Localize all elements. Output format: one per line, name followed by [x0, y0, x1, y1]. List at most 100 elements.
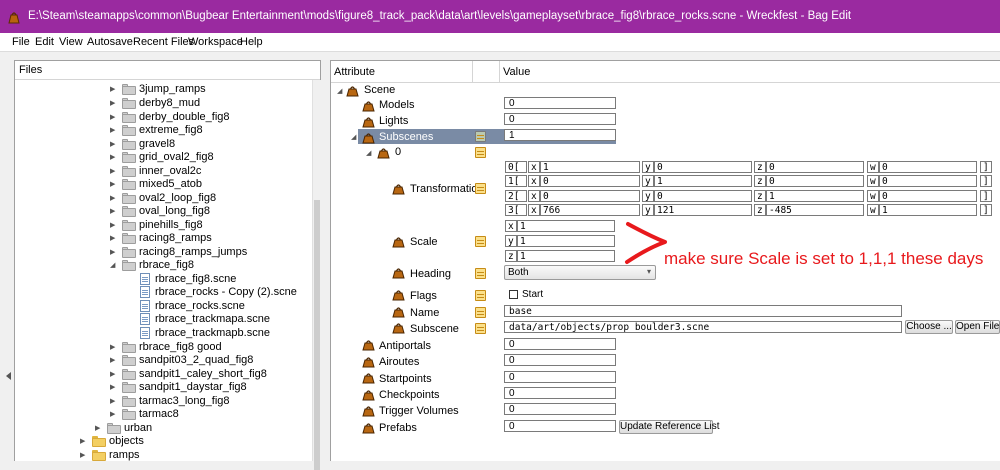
attr-label-startpoints[interactable]: Startpoints	[379, 373, 432, 385]
open-file-button[interactable]: Open File	[955, 320, 1000, 334]
menu-file[interactable]: File	[12, 36, 30, 48]
subscenes-value-input[interactable]: 1	[504, 129, 616, 141]
menu-help[interactable]: Help	[240, 36, 263, 48]
menu-recent-files[interactable]: Recent Files	[133, 36, 194, 48]
matrix-cell[interactable]: 0	[766, 161, 864, 173]
expand-arrow-icon[interactable]: ▶	[80, 451, 85, 459]
scale-y-input[interactable]: 1	[517, 235, 615, 247]
expand-arrow-icon[interactable]: ▶	[95, 424, 100, 432]
lock-icon[interactable]	[475, 183, 486, 194]
matrix-cell[interactable]: 0	[654, 190, 752, 202]
expand-arrow-icon[interactable]: ▶	[110, 113, 115, 121]
expand-arrow-icon[interactable]: ▶	[110, 221, 115, 229]
expand-arrow-icon[interactable]: ▶	[110, 234, 115, 242]
expand-arrow-icon[interactable]: ▶	[110, 167, 115, 175]
attr-label-scene[interactable]: Scene	[364, 84, 395, 96]
attr-label-heading[interactable]: Heading	[410, 268, 451, 280]
tree-item-label: derby8_mud	[139, 97, 201, 109]
lock-icon[interactable]	[475, 323, 486, 334]
matrix-cell[interactable]: 0	[879, 161, 977, 173]
menu-workspace[interactable]: Workspace	[188, 36, 243, 48]
attr-label-prefabs[interactable]: Prefabs	[379, 422, 417, 434]
collapse-arrow-icon[interactable]: ◢	[110, 261, 115, 269]
lock-icon[interactable]	[475, 131, 486, 142]
attr-label-name[interactable]: Name	[410, 307, 439, 319]
start-checkbox[interactable]	[509, 290, 518, 299]
menu-view[interactable]: View	[59, 36, 83, 48]
lights-value-input[interactable]: 0	[504, 113, 616, 125]
attr-label-flags[interactable]: Flags	[410, 290, 437, 302]
update-reference-list-button[interactable]: Update Reference List	[619, 420, 720, 434]
expand-arrow-icon[interactable]: ▶	[110, 248, 115, 256]
matrix-cell[interactable]: 0	[540, 190, 640, 202]
collapse-arrow-icon[interactable]: ◢	[337, 87, 342, 95]
models-value-input[interactable]: 0	[504, 97, 616, 109]
collapse-arrow-icon[interactable]: ◢	[366, 149, 371, 157]
matrix-cell[interactable]: 0	[654, 161, 752, 173]
attr-label-transformation[interactable]: Transformation	[410, 183, 484, 195]
file-icon	[140, 286, 150, 298]
matrix-cell[interactable]: 0	[879, 175, 977, 187]
scale-z-input[interactable]: 1	[517, 250, 615, 262]
matrix-cell[interactable]: 766	[540, 204, 640, 216]
expand-arrow-icon[interactable]: ▶	[110, 207, 115, 215]
subscene-path-input[interactable]: data/art/objects/prop_boulder3.scne	[504, 321, 902, 333]
expand-arrow-icon[interactable]: ▶	[110, 99, 115, 107]
attr-label-lights[interactable]: Lights	[379, 115, 408, 127]
expand-arrow-icon[interactable]: ▶	[110, 153, 115, 161]
scale-x-input[interactable]: 1	[517, 220, 615, 232]
expand-arrow-icon[interactable]: ▶	[110, 140, 115, 148]
checkpoints-value-input[interactable]: 0	[504, 387, 616, 399]
attr-label-scale[interactable]: Scale	[410, 236, 438, 248]
attr-label-airoutes[interactable]: Airoutes	[379, 356, 419, 368]
splitter-arrow-icon[interactable]	[6, 372, 11, 380]
prefabs-value-input[interactable]: 0	[504, 420, 616, 432]
expand-arrow-icon[interactable]: ▶	[110, 126, 115, 134]
airoutes-value-input[interactable]: 0	[504, 354, 616, 366]
attr-label-trigger-volumes[interactable]: Trigger Volumes	[379, 405, 459, 417]
matrix-cell[interactable]: 121	[654, 204, 752, 216]
collapse-arrow-icon[interactable]: ◢	[351, 133, 356, 141]
expand-arrow-icon[interactable]: ▶	[110, 397, 115, 405]
matrix-cell[interactable]: 0	[766, 175, 864, 187]
startpoints-value-input[interactable]: 0	[504, 371, 616, 383]
expand-arrow-icon[interactable]: ▶	[110, 383, 115, 391]
expand-arrow-icon[interactable]: ▶	[110, 194, 115, 202]
choose-button[interactable]: Choose ...	[905, 320, 953, 334]
menu-edit[interactable]: Edit	[35, 36, 54, 48]
start-checkbox-label: Start	[522, 289, 544, 300]
trigger-volumes-value-input[interactable]: 0	[504, 403, 616, 415]
attr-label-models[interactable]: Models	[379, 99, 414, 111]
matrix-cell[interactable]: -485	[766, 204, 864, 216]
lock-icon[interactable]	[475, 307, 486, 318]
expand-arrow-icon[interactable]: ▶	[80, 437, 85, 445]
menu-autosave[interactable]: Autosave	[87, 36, 133, 48]
lock-icon[interactable]	[475, 290, 486, 301]
expand-arrow-icon[interactable]: ▶	[110, 356, 115, 364]
files-scrollbar[interactable]	[312, 80, 321, 470]
name-value-input[interactable]: base	[504, 305, 902, 317]
col-attribute-label[interactable]: Attribute	[334, 66, 375, 78]
matrix-cell[interactable]: 1	[540, 161, 640, 173]
matrix-cell[interactable]: 0	[540, 175, 640, 187]
antiportals-value-input[interactable]: 0	[504, 338, 616, 350]
files-scrollbar-thumb[interactable]	[314, 200, 320, 470]
expand-arrow-icon[interactable]: ▶	[110, 410, 115, 418]
matrix-cell[interactable]: 1	[766, 190, 864, 202]
attr-label-subscenes[interactable]: Subscenes	[379, 131, 433, 143]
expand-arrow-icon[interactable]: ▶	[110, 343, 115, 351]
attr-label-subscene-0[interactable]: 0	[395, 146, 401, 158]
matrix-cell[interactable]: 1	[654, 175, 752, 187]
lock-icon[interactable]	[475, 236, 486, 247]
col-value-label[interactable]: Value	[503, 66, 530, 78]
lock-icon[interactable]	[475, 147, 486, 158]
attr-label-checkpoints[interactable]: Checkpoints	[379, 389, 440, 401]
expand-arrow-icon[interactable]: ▶	[110, 85, 115, 93]
attr-label-subscene[interactable]: Subscene	[410, 323, 459, 335]
matrix-cell[interactable]: 1	[879, 204, 977, 216]
expand-arrow-icon[interactable]: ▶	[110, 370, 115, 378]
matrix-cell[interactable]: 0	[879, 190, 977, 202]
expand-arrow-icon[interactable]: ▶	[110, 180, 115, 188]
lock-icon[interactable]	[475, 268, 486, 279]
attr-label-antiportals[interactable]: Antiportals	[379, 340, 431, 352]
